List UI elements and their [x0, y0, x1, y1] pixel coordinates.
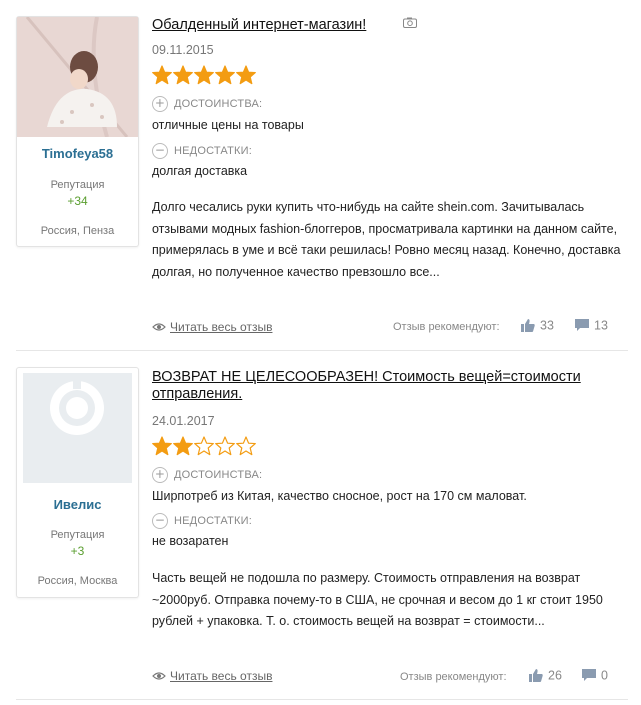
author-name[interactable]: Ивелис	[17, 497, 138, 512]
star-empty-icon	[236, 436, 256, 456]
eye-icon	[152, 672, 166, 680]
star-filled-icon	[152, 436, 172, 456]
recommend-label: Отзыв рекомендуют:	[400, 671, 507, 683]
minus-icon: −	[152, 513, 168, 529]
star-empty-icon	[215, 436, 235, 456]
plus-icon: +	[152, 467, 168, 483]
star-filled-icon	[173, 436, 193, 456]
user-placeholder-icon	[50, 377, 104, 435]
author-card: Ивелис Репутация +3 Россия, Москва	[16, 367, 139, 598]
rating-stars	[152, 436, 257, 458]
reputation-label: Репутация	[50, 529, 105, 541]
comment-icon	[582, 669, 596, 682]
author-location: Россия, Москва	[37, 575, 118, 587]
avatar-placeholder[interactable]	[23, 373, 132, 483]
likes-button[interactable]: 26	[529, 668, 562, 683]
pros-heading: + ДОСТОИНСТВА:	[152, 467, 262, 483]
comments-button[interactable]: 0	[582, 668, 608, 683]
pros-text: Ширпотреб из Китая, качество сносное, ро…	[152, 489, 527, 503]
review-body: Часть вещей не подошла по размеру. Стоим…	[152, 571, 603, 628]
divider	[16, 699, 628, 700]
thumbs-up-icon	[529, 669, 543, 683]
reputation-value: +3	[70, 544, 85, 558]
review-date: 24.01.2017	[152, 414, 215, 428]
review-card: Ивелис Репутация +3 Россия, Москва ВОЗВР…	[0, 0, 641, 705]
cons-text: не возаратен	[152, 534, 229, 548]
review-title[interactable]: ВОЗВРАТ НЕ ЦЕЛЕСООБРАЗЕН! Стоимость веще…	[152, 369, 622, 403]
read-full-review-link[interactable]: Читать весь отзыв	[152, 668, 272, 683]
star-empty-icon	[194, 436, 214, 456]
cons-heading: − НЕДОСТАТКИ:	[152, 513, 252, 529]
